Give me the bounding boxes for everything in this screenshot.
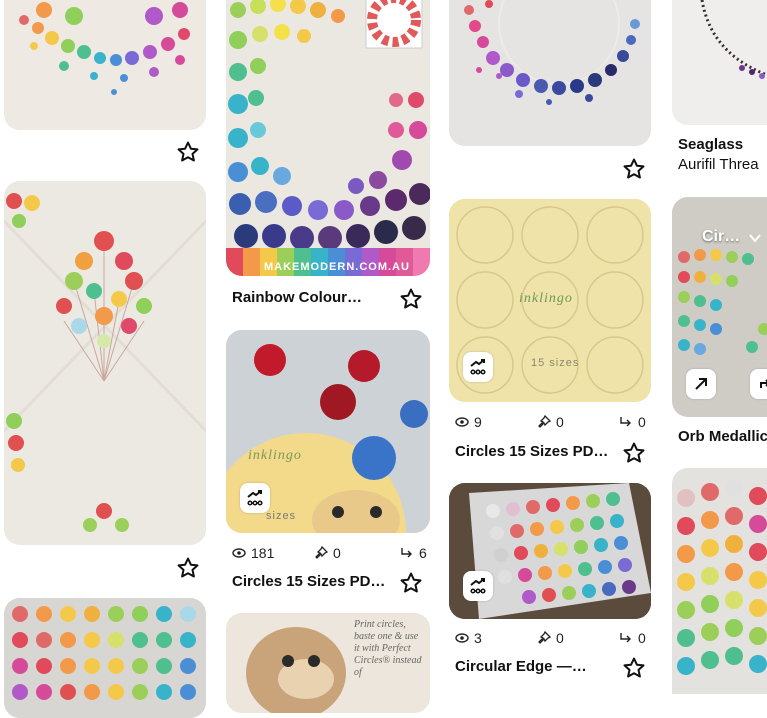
star-outline-icon: [400, 288, 422, 309]
views-stat: 181: [232, 545, 274, 561]
repins-count: 0: [638, 630, 646, 646]
rainbow-colour-graphic: [226, 0, 430, 276]
repins-stat: 6: [400, 545, 427, 561]
star-outline-icon: [177, 557, 199, 578]
pin-title[interactable]: Circular Edge —…: [455, 658, 615, 675]
analytics-icon: [470, 359, 486, 375]
repin-icon: [401, 548, 412, 558]
pin-image-grid-quilt-2[interactable]: [672, 468, 767, 694]
board-overlay-title[interactable]: Cir…: [702, 228, 740, 246]
monkey-overlay-text: Print circles, baste one & use it with P…: [354, 619, 422, 678]
repins-count: 0: [638, 414, 646, 430]
pin-title[interactable]: Rainbow Colour…: [232, 289, 382, 306]
views-stat: 9: [455, 414, 482, 430]
star-outline-icon: [623, 657, 645, 678]
pin-icon: [538, 631, 551, 644]
pin-title[interactable]: Seaglass: [678, 136, 767, 153]
repins-count: 6: [419, 545, 427, 561]
star-outline-icon: [623, 442, 645, 463]
saves-stat: 0: [537, 630, 564, 646]
pin-stats: 3 0 0: [455, 630, 655, 648]
saves-count: 0: [333, 545, 341, 561]
pin-subtitle: Aurifil Threa: [678, 156, 759, 173]
analytics-icon: [247, 490, 263, 506]
sizes-text: sizes: [266, 510, 297, 522]
analytics-badge[interactable]: [463, 352, 493, 382]
views-count: 9: [474, 414, 482, 430]
saves-count: 0: [556, 414, 564, 430]
save-star-button[interactable]: [176, 556, 200, 580]
grid-quilt-graphic: [672, 468, 767, 694]
repins-stat: 0: [619, 630, 646, 646]
repin-icon: [620, 417, 631, 427]
views-stat: 3: [455, 630, 482, 646]
repin-icon: [620, 633, 631, 643]
views-count: 3: [474, 630, 482, 646]
save-star-button[interactable]: [622, 441, 646, 465]
pin-title[interactable]: Circles 15 Sizes PD…: [455, 443, 615, 460]
eye-icon: [455, 633, 469, 643]
eye-icon: [455, 417, 469, 427]
eye-icon: [232, 548, 246, 558]
analytics-badge[interactable]: [240, 483, 270, 513]
star-outline-icon: [400, 572, 422, 593]
pin-image-circles-15-sizes-yellow[interactable]: inklingo 15 sizes: [449, 199, 651, 402]
saves-stat: 0: [537, 414, 564, 430]
pin-image-monkey-circles[interactable]: Print circles, baste one & use it with P…: [226, 613, 430, 713]
pin-title[interactable]: Orb Medallic: [678, 428, 767, 445]
open-link-button[interactable]: [686, 369, 716, 399]
analytics-badge[interactable]: [463, 571, 493, 601]
save-star-button[interactable]: [622, 157, 646, 181]
sizes-text: 15 sizes: [531, 357, 580, 369]
balloon-quilt-graphic: [4, 181, 206, 545]
seaglass-graphic: [672, 0, 767, 125]
pin-stats: 181 0 6: [232, 545, 432, 563]
star-outline-icon: [623, 158, 645, 179]
pin-title[interactable]: Circles 15 Sizes PD…: [232, 573, 392, 590]
save-star-button[interactable]: [399, 571, 423, 595]
pin-image-circle-wreath[interactable]: [449, 0, 651, 146]
share-button[interactable]: [750, 369, 767, 399]
arrow-up-right-icon: [695, 378, 707, 390]
pin-image-seaglass[interactable]: [672, 0, 767, 125]
chevron-down-icon[interactable]: [748, 231, 762, 245]
analytics-icon: [470, 578, 486, 594]
save-star-button[interactable]: [176, 140, 200, 164]
pin-image-circles-15-sizes[interactable]: inklingo sizes: [226, 330, 430, 533]
share-icon: [760, 379, 767, 388]
pin-image-grid-circles-quilt[interactable]: [4, 598, 206, 718]
pin-icon: [538, 415, 551, 428]
saves-count: 0: [556, 630, 564, 646]
saves-stat: 0: [314, 545, 341, 561]
views-count: 181: [251, 545, 275, 561]
pin-image-rainbow-colour[interactable]: MAKEMODERN.COM.AU: [226, 0, 430, 276]
pin-image-orb-medallion[interactable]: Cir…: [672, 197, 767, 417]
inklingo-watermark: inklingo: [248, 448, 302, 463]
save-star-button[interactable]: [622, 656, 646, 680]
inklingo-watermark: inklingo: [519, 291, 573, 306]
pin-icon: [315, 546, 328, 559]
pin-image-rainbow-dots-quilt[interactable]: [4, 0, 206, 130]
pin-image-balloon-quilt[interactable]: [4, 181, 206, 545]
pin-stats: 9 0 0: [455, 414, 655, 432]
pin-image-circular-edge[interactable]: [449, 483, 651, 619]
circle-wreath-graphic: [449, 0, 651, 146]
star-outline-icon: [177, 141, 199, 162]
save-star-button[interactable]: [399, 287, 423, 311]
grid-quilt-graphic: [4, 598, 206, 718]
column-4: Seaglass Aurifil Threa Cir… Orb Medallic: [672, 0, 767, 694]
watermark-text: MAKEMODERN.COM.AU: [264, 261, 410, 273]
repins-stat: 0: [619, 414, 646, 430]
quilt-dots-graphic: [4, 0, 206, 130]
